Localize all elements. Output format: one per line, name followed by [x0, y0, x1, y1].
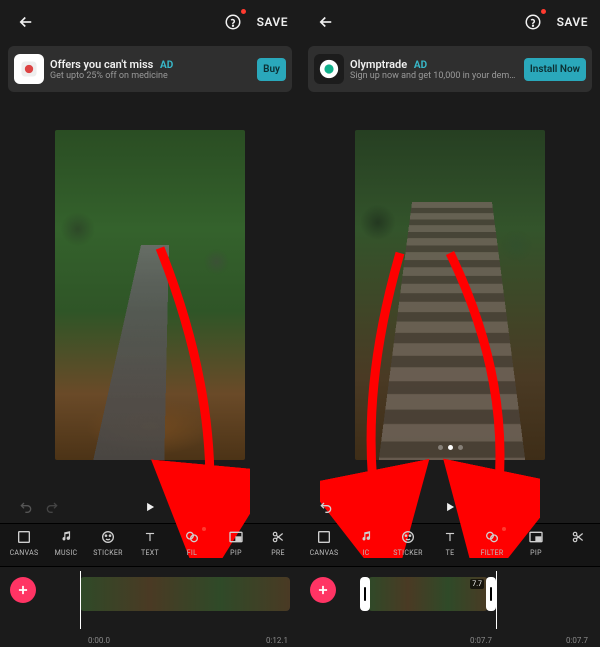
topbar: SAVE — [0, 0, 300, 44]
ad-tag: AD — [160, 60, 173, 71]
ad-cta-button[interactable]: Install Now — [524, 58, 586, 81]
playhead[interactable] — [80, 571, 81, 629]
tool-precut[interactable] — [558, 528, 598, 549]
video-frame — [55, 130, 245, 460]
timeline[interactable]: 7.7 0:07.7 0:07.7 — [300, 567, 600, 647]
ad-app-icon — [314, 54, 344, 84]
video-clip[interactable] — [80, 577, 290, 611]
notification-dot — [241, 9, 246, 14]
play-button[interactable] — [143, 500, 157, 514]
page-dots — [355, 445, 545, 450]
trim-handle-left[interactable] — [360, 577, 370, 611]
ad-subtitle: Get upto 25% off on medicine — [50, 71, 251, 81]
clip-duration: 7.7 — [470, 579, 484, 589]
tool-music[interactable]: MUSIC — [46, 528, 86, 557]
ad-title: Olymptrade — [350, 58, 407, 71]
tool-canvas[interactable]: CANVAS — [4, 528, 44, 557]
ad-app-icon — [14, 54, 44, 84]
tool-filter[interactable]: FIL — [172, 528, 212, 557]
help-button[interactable] — [219, 8, 247, 36]
video-preview[interactable] — [0, 98, 300, 491]
time-start: 0:07.7 — [470, 636, 492, 645]
video-preview[interactable] — [300, 98, 600, 491]
ad-title: Offers you can't miss — [50, 58, 153, 71]
time-end: 0:07.7 — [566, 636, 588, 645]
play-button[interactable] — [443, 500, 457, 514]
tool-text[interactable]: TEXT — [130, 528, 170, 557]
left-screenshot: SAVE Offers you can't miss AD Get upto 2… — [0, 0, 300, 647]
tool-pip[interactable]: PIP — [216, 528, 256, 557]
notification-dot — [502, 527, 506, 531]
timeline[interactable]: 0:00.0 0:12.1 — [0, 567, 300, 647]
video-clip[interactable]: 7.7 — [368, 577, 488, 611]
video-frame — [355, 130, 545, 460]
playbar — [0, 491, 300, 523]
notification-dot — [202, 527, 206, 531]
save-button[interactable]: SAVE — [257, 15, 288, 29]
undo-button[interactable] — [318, 499, 334, 515]
ad-subtitle: Sign up now and get 10,000 in your demo … — [350, 71, 518, 81]
tool-pip[interactable]: PIP — [516, 528, 556, 557]
playhead[interactable] — [496, 571, 497, 629]
save-button[interactable]: SAVE — [557, 15, 588, 29]
tool-canvas[interactable]: CANVAS — [304, 528, 344, 557]
tool-row: CANVAS IC STICKER TE FILTER PIP — [300, 523, 600, 567]
ad-banner[interactable]: Olymptrade AD Sign up now and get 10,000… — [308, 46, 592, 92]
tool-sticker[interactable]: STICKER — [388, 528, 428, 557]
add-clip-button[interactable] — [310, 577, 336, 603]
tool-sticker[interactable]: STICKER — [88, 528, 128, 557]
topbar: SAVE — [300, 0, 600, 44]
back-button[interactable] — [12, 8, 40, 36]
notification-dot — [541, 9, 546, 14]
timeline-track[interactable]: 7.7 — [350, 577, 590, 611]
timeline-track[interactable] — [80, 577, 290, 611]
tool-filter[interactable]: FILTER — [472, 528, 512, 557]
ad-tag: AD — [414, 60, 427, 71]
undo-button[interactable] — [18, 499, 34, 515]
playbar — [300, 491, 600, 523]
time-end: 0:12.1 — [266, 636, 288, 645]
back-button[interactable] — [312, 8, 340, 36]
time-start: 0:00.0 — [88, 636, 110, 645]
add-clip-button[interactable] — [10, 577, 36, 603]
tool-precut[interactable]: PRE — [258, 528, 298, 557]
ad-cta-button[interactable]: Buy — [257, 58, 286, 81]
tool-text[interactable]: TE — [430, 528, 470, 557]
redo-button[interactable] — [44, 499, 60, 515]
right-screenshot: SAVE Olymptrade AD Sign up now and get 1… — [300, 0, 600, 647]
tool-music[interactable]: IC — [346, 528, 386, 557]
tool-row: CANVAS MUSIC STICKER TEXT FIL PIP PRE — [0, 523, 300, 567]
ad-banner[interactable]: Offers you can't miss AD Get upto 25% of… — [8, 46, 292, 92]
trim-handle-right[interactable] — [486, 577, 496, 611]
help-button[interactable] — [519, 8, 547, 36]
